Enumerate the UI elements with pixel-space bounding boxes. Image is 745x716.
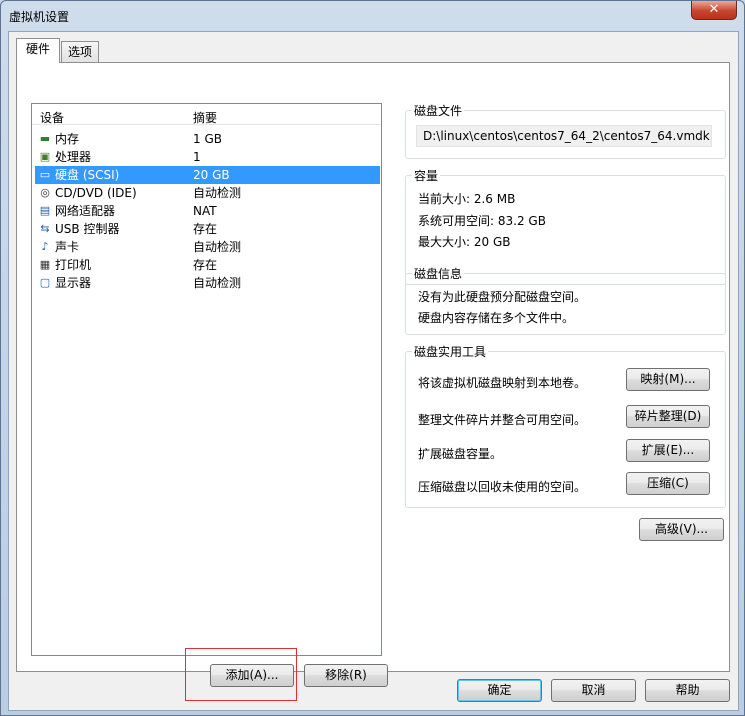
disk-info-line-1: 没有为此硬盘预分配磁盘空间。 bbox=[418, 290, 587, 304]
device-row-usb-controller[interactable]: ⇆ USB 控制器 存在 bbox=[35, 220, 380, 238]
hardware-panel: 设备 摘要 ▬ 内存 1 GB ▣ 处理器 1 ▭ 硬盘 (SCSI) 20 G… bbox=[16, 62, 730, 701]
usb-icon: ⇆ bbox=[40, 222, 50, 235]
device-name: 网络适配器 bbox=[55, 204, 116, 218]
max-size-text: 最大大小: 20 GB bbox=[418, 235, 511, 249]
defragment-button[interactable]: 碎片整理(D) bbox=[626, 405, 710, 428]
map-description: 将该虚拟机磁盘映射到本地卷。 bbox=[418, 376, 587, 390]
dialog-body: 硬件 选项 设备 摘要 ▬ 内存 1 GB ▣ 处理器 1 ▭ 硬盘 (SCSI… bbox=[8, 31, 739, 711]
column-header-summary[interactable]: 摘要 bbox=[193, 109, 217, 126]
group-title: 磁盘信息 bbox=[412, 265, 465, 282]
cd-dvd-icon: ◎ bbox=[40, 186, 50, 199]
map-button[interactable]: 映射(M)... bbox=[626, 368, 710, 391]
disk-info-line-2: 硬盘内容存储在多个文件中。 bbox=[418, 311, 575, 325]
disk-utilities-group: 磁盘实用工具 将该虚拟机磁盘映射到本地卷。 映射(M)... 整理文件碎片并整合… bbox=[405, 343, 726, 508]
compact-description: 压缩磁盘以回收未使用的空间。 bbox=[418, 480, 587, 494]
device-row-sound-card[interactable]: ♪ 声卡 自动检测 bbox=[35, 238, 380, 256]
device-summary: 自动检测 bbox=[193, 186, 242, 200]
cancel-button[interactable]: 取消 bbox=[551, 679, 636, 702]
device-name: 硬盘 (SCSI) bbox=[55, 168, 120, 182]
device-summary: 自动检测 bbox=[193, 276, 242, 290]
group-title: 磁盘文件 bbox=[412, 102, 465, 119]
device-summary: 20 GB bbox=[193, 168, 230, 182]
device-summary: 自动检测 bbox=[193, 240, 242, 254]
device-row-display[interactable]: ▢ 显示器 自动检测 bbox=[35, 274, 380, 292]
device-row-network-adapter[interactable]: ▤ 网络适配器 NAT bbox=[35, 202, 380, 220]
column-header-device[interactable]: 设备 bbox=[40, 109, 64, 126]
device-summary: 存在 bbox=[193, 222, 218, 236]
ok-button[interactable]: 确定 bbox=[457, 679, 542, 702]
device-list[interactable]: 设备 摘要 ▬ 内存 1 GB ▣ 处理器 1 ▭ 硬盘 (SCSI) 20 G… bbox=[31, 103, 382, 656]
device-row-printer[interactable]: ▦ 打印机 存在 bbox=[35, 256, 380, 274]
expand-description: 扩展磁盘容量。 bbox=[418, 447, 503, 461]
advanced-button[interactable]: 高级(V)... bbox=[639, 518, 724, 541]
device-name: 声卡 bbox=[55, 240, 80, 254]
tab-options[interactable]: 选项 bbox=[61, 41, 100, 62]
disk-file-group: 磁盘文件 D:\linux\centos\centos7_64_2\centos… bbox=[405, 102, 726, 159]
add-device-button[interactable]: 添加(A)... bbox=[210, 664, 294, 687]
disk-file-path[interactable]: D:\linux\centos\centos7_64_2\centos7_64.… bbox=[416, 125, 712, 147]
device-name: 打印机 bbox=[55, 258, 92, 272]
available-space-text: 系统可用空间: 83.2 GB bbox=[418, 214, 546, 228]
network-adapter-icon: ▤ bbox=[39, 204, 51, 217]
device-name: 处理器 bbox=[55, 150, 92, 164]
device-summary: NAT bbox=[193, 204, 217, 218]
device-name: USB 控制器 bbox=[55, 222, 120, 236]
tab-hardware[interactable]: 硬件 bbox=[16, 38, 61, 63]
device-row-cd-dvd[interactable]: ◎ CD/DVD (IDE) 自动检测 bbox=[35, 184, 380, 202]
defrag-description: 整理文件碎片并整合可用空间。 bbox=[418, 413, 587, 427]
close-button[interactable]: ✕ bbox=[691, 1, 737, 20]
remove-device-button[interactable]: 移除(R) bbox=[304, 664, 388, 687]
memory-icon: ▬ bbox=[39, 132, 51, 145]
disk-info-group: 磁盘信息 没有为此硬盘预分配磁盘空间。 硬盘内容存储在多个文件中。 bbox=[405, 265, 726, 335]
display-icon: ▢ bbox=[39, 276, 51, 289]
close-icon: ✕ bbox=[708, 2, 720, 17]
window-title: 虚拟机设置 bbox=[9, 10, 70, 24]
device-name: 显示器 bbox=[55, 276, 92, 290]
device-row-processor[interactable]: ▣ 处理器 1 bbox=[35, 148, 380, 166]
help-button[interactable]: 帮助 bbox=[645, 679, 730, 702]
compact-button[interactable]: 压缩(C) bbox=[626, 472, 710, 495]
device-row-memory[interactable]: ▬ 内存 1 GB bbox=[35, 130, 380, 148]
device-name: 内存 bbox=[55, 132, 80, 146]
device-summary: 1 bbox=[193, 150, 201, 164]
device-row-hard-disk[interactable]: ▭ 硬盘 (SCSI) 20 GB bbox=[35, 166, 380, 184]
expand-button[interactable]: 扩展(E)... bbox=[626, 439, 710, 462]
printer-icon: ▦ bbox=[39, 258, 51, 271]
dialog-window: 虚拟机设置 ✕ 硬件 选项 设备 摘要 ▬ 内存 1 GB ▣ 处理器 1 ▭ … bbox=[0, 0, 745, 716]
group-title: 磁盘实用工具 bbox=[412, 343, 489, 360]
device-list-header: 设备 摘要 bbox=[32, 104, 381, 125]
hard-disk-icon: ▭ bbox=[39, 168, 51, 181]
current-size-text: 当前大小: 2.6 MB bbox=[418, 192, 516, 206]
device-summary: 1 GB bbox=[193, 132, 222, 146]
device-summary: 存在 bbox=[193, 258, 218, 272]
processor-icon: ▣ bbox=[39, 150, 51, 163]
group-title: 容量 bbox=[412, 167, 441, 184]
device-name: CD/DVD (IDE) bbox=[55, 186, 137, 200]
sound-card-icon: ♪ bbox=[41, 240, 49, 253]
